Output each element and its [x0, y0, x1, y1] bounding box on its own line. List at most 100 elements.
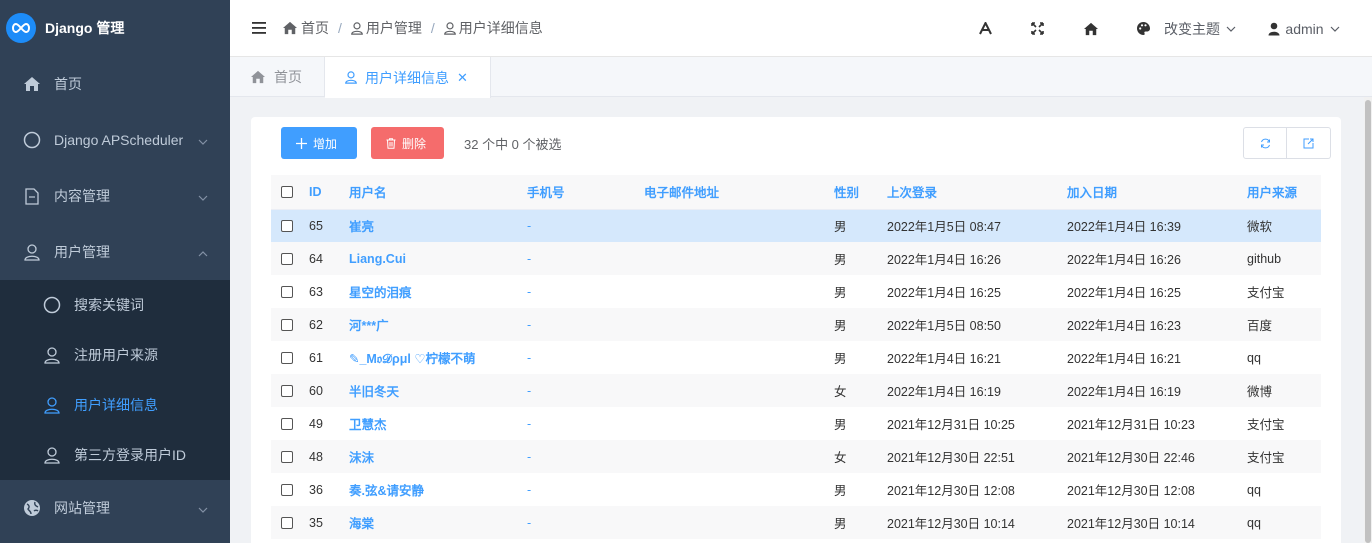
breadcrumb-user-management[interactable]: 用户管理 — [366, 18, 422, 38]
add-label: 增加 — [313, 136, 338, 151]
user-icon — [351, 21, 363, 35]
row-checkbox[interactable] — [281, 253, 293, 266]
cell-username[interactable]: Liang.Cui — [349, 242, 527, 275]
cell-gender: 男 — [834, 352, 847, 366]
row-checkbox[interactable] — [281, 418, 293, 431]
close-icon[interactable]: ✕ — [457, 70, 468, 86]
chevron-down-icon — [198, 132, 208, 148]
table-row[interactable]: 62 河***广 - 男 2022年1月5日 08:50 2022年1月4日 16:23 百… — [271, 308, 1321, 341]
row-select-cell — [271, 209, 309, 242]
cell-email — [644, 374, 834, 407]
row-checkbox[interactable] — [281, 352, 293, 365]
column-header[interactable]: 上次登录 — [887, 175, 1067, 210]
export-button[interactable] — [1287, 127, 1331, 159]
cell-username[interactable]: 沫沫 — [349, 440, 527, 473]
chevron-down-icon — [198, 188, 208, 204]
table-row[interactable]: 63 星空的泪痕 - 男 2022年1月4日 16:25 2022年1月4日 16:25 支… — [271, 275, 1321, 308]
table-row[interactable]: 35 海棠 - 男 2021年12月30日 10:14 2021年12月30日 10:14… — [271, 506, 1321, 539]
tab-label: 用户详细信息 — [365, 69, 449, 86]
sidebar-item-home[interactable]: 首页 — [0, 56, 230, 112]
row-checkbox[interactable] — [281, 517, 293, 530]
table-row[interactable]: 65 崔亮 - 男 2022年1月5日 08:47 2022年1月4日 16:39 微软 — [271, 209, 1321, 242]
table-row[interactable]: 60 半旧冬天 - 女 2022年1月4日 16:19 2022年1月4日 16:19 微博 — [271, 374, 1321, 407]
sidebar-item-third-party-login[interactable]: 第三方登录用户ID — [0, 430, 230, 480]
cell-username[interactable]: 卫慧杰 — [349, 407, 527, 440]
chevron-down-icon — [1330, 26, 1340, 32]
table-body: 65 崔亮 - 男 2022年1月5日 08:47 2022年1月4日 16:39 微软 64… — [271, 209, 1321, 539]
cell-joined: 2022年1月4日 16:26 — [1067, 242, 1247, 275]
cell-phone: - — [527, 350, 532, 365]
cell-username[interactable]: ✎_M𝔬𝒟ρμl ♡柠檬不萌 — [349, 341, 527, 374]
cell-username[interactable]: 河***广 — [349, 308, 527, 341]
cell-username[interactable]: 崔亮 — [349, 209, 527, 242]
select-all-cell — [271, 175, 309, 210]
user-icon — [443, 21, 456, 35]
sidebar-item-label: 首页 — [54, 76, 82, 92]
delete-button[interactable]: 删除 — [371, 127, 444, 159]
sidebar-item-site-management[interactable]: 网站管理 — [0, 480, 230, 536]
row-select-cell — [271, 473, 309, 506]
table-row[interactable]: 36 奏.弦&请安静 - 男 2021年12月30日 12:08 2021年12月30日 … — [271, 473, 1321, 506]
cell-username[interactable]: 海棠 — [349, 506, 527, 539]
column-header[interactable]: 加入日期 — [1067, 175, 1247, 210]
content-card: 增加 删除 32 个中 0 个被选 ID 用户名 手机号 电子邮件地址 性别 上… — [251, 117, 1341, 543]
cell-phone: - — [527, 440, 644, 473]
column-header[interactable]: 性别 — [834, 175, 887, 210]
cell-source: qq — [1247, 350, 1261, 365]
fullscreen-icon[interactable] — [1008, 22, 1066, 35]
select-all-checkbox[interactable] — [281, 186, 293, 199]
hamburger-menu-icon[interactable] — [252, 22, 266, 34]
row-checkbox[interactable] — [281, 385, 293, 398]
change-theme-dropdown[interactable]: 改变主题 — [1116, 19, 1256, 39]
row-select-cell — [271, 506, 309, 539]
cell-gender: 男 — [834, 209, 887, 242]
column-header[interactable]: 用户名 — [349, 175, 527, 210]
home-icon[interactable] — [1066, 22, 1116, 36]
toolbar: 增加 删除 32 个中 0 个被选 — [281, 127, 562, 159]
row-checkbox[interactable] — [281, 220, 293, 233]
tab-home[interactable]: 首页 — [230, 57, 325, 97]
delete-label: 删除 — [402, 136, 427, 151]
row-checkbox[interactable] — [281, 319, 293, 332]
cell-email — [644, 440, 834, 473]
sidebar-item-search-keywords[interactable]: 搜索关键词 — [0, 280, 230, 330]
cell-email — [644, 308, 834, 341]
sidebar-item-content[interactable]: 内容管理 — [0, 168, 230, 224]
sidebar-item-register-source[interactable]: 注册用户来源 — [0, 330, 230, 380]
table-row[interactable]: 64 Liang.Cui - 男 2022年1月4日 16:26 2022年1月4日 16… — [271, 242, 1321, 275]
cell-username[interactable]: 半旧冬天 — [349, 374, 527, 407]
add-button[interactable]: 增加 — [281, 127, 357, 159]
font-size-icon[interactable] — [962, 22, 1008, 35]
cell-id: 48 — [309, 440, 349, 473]
column-header[interactable]: ID — [309, 175, 349, 210]
cell-username[interactable]: 星空的泪痕 — [349, 275, 527, 308]
cell-joined: 2022年1月4日 16:39 — [1067, 209, 1247, 242]
sidebar-item-user-management[interactable]: 用户管理 — [0, 224, 230, 280]
sidebar-item-user-details[interactable]: 用户详细信息 — [0, 380, 230, 430]
cell-gender: 男 — [834, 308, 887, 341]
row-select-cell — [271, 275, 309, 308]
logo[interactable]: Django 管理 — [0, 0, 230, 56]
circle-icon — [22, 130, 42, 150]
cell-source: github — [1247, 242, 1321, 275]
row-checkbox[interactable] — [281, 484, 293, 497]
column-header[interactable]: 用户来源 — [1247, 175, 1321, 210]
tab-user-details[interactable]: 用户详细信息 ✕ — [325, 57, 491, 98]
table-row[interactable]: 49 卫慧杰 - 男 2021年12月31日 10:25 2021年12月31日 10:2… — [271, 407, 1321, 440]
row-checkbox[interactable] — [281, 451, 293, 464]
column-header[interactable]: 手机号 — [527, 175, 644, 210]
column-header[interactable]: 电子邮件地址 — [644, 175, 834, 210]
user-dropdown[interactable]: admin — [1256, 21, 1372, 37]
sidebar-item-apscheduler[interactable]: Django APScheduler — [0, 112, 230, 168]
cell-username[interactable]: 奏.弦&请安静 — [349, 473, 527, 506]
scrollbar-thumb[interactable] — [1365, 100, 1371, 543]
refresh-button[interactable] — [1243, 127, 1287, 159]
cell-last-login: 2022年1月4日 16:21 — [887, 352, 1001, 366]
row-select-cell — [271, 374, 309, 407]
table-row[interactable]: 61 ✎_M𝔬𝒟ρμl ♡柠檬不萌 - 男 2022年1月4日 16:21 2022年1月… — [271, 341, 1321, 374]
cell-joined: 2022年1月4日 16:21 — [1067, 352, 1181, 366]
breadcrumb-home[interactable]: 首页 — [301, 18, 329, 38]
table-row[interactable]: 48 沫沫 - 女 2021年12月30日 22:51 2021年12月30日 22:46… — [271, 440, 1321, 473]
cell-phone: - — [527, 209, 644, 242]
row-checkbox[interactable] — [281, 286, 293, 299]
